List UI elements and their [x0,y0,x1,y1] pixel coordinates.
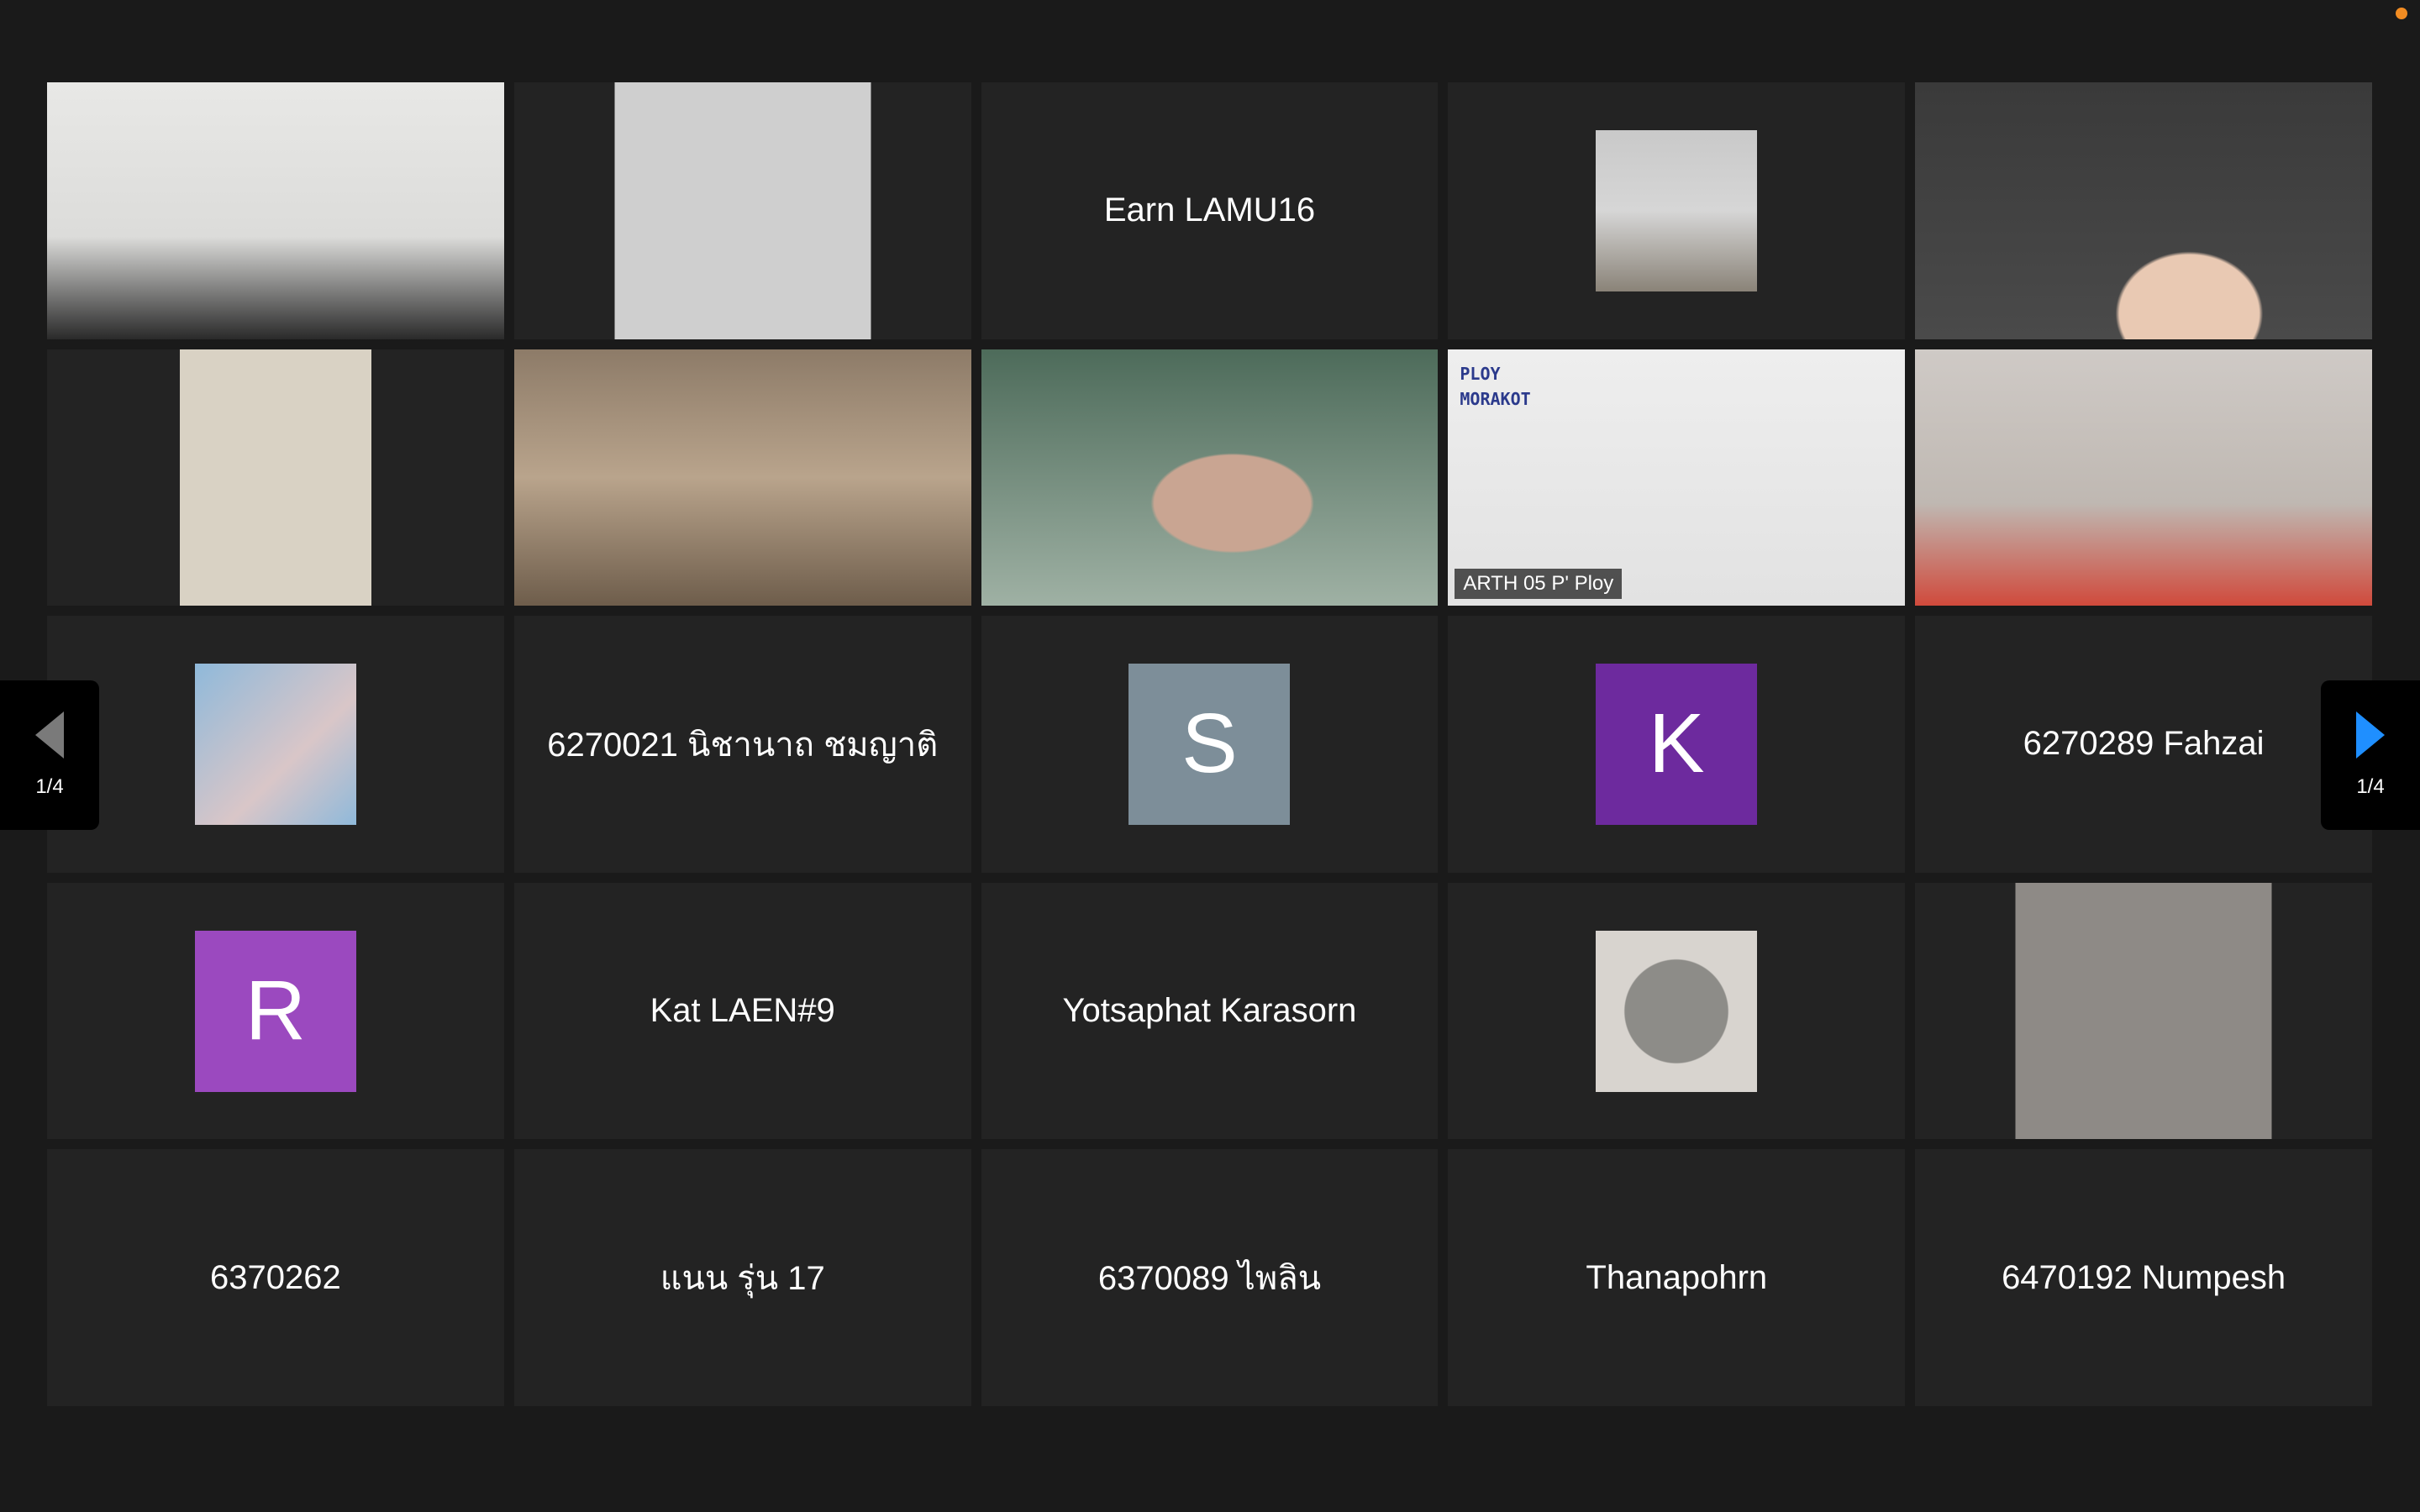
participant-name: 6270289 Fahzai [2023,725,2265,763]
avatar: S [1128,663,1291,825]
participant-video [1915,349,2372,606]
participant-name-tile[interactable]: Yotsaphat Karasorn [981,882,1439,1140]
participant-name-tile[interactable]: Kat LAEN#9 [513,882,971,1140]
participant-video-tile[interactable] [47,82,504,339]
participant-name: 6470192 Numpesh [2002,1258,2286,1296]
participant-name: Thanapohrn [1586,1258,1768,1296]
participant-video-tile[interactable] [1915,882,2372,1140]
participant-photo-tile[interactable] [1448,82,1906,339]
participant-video [981,349,1439,606]
participant-name: Kat LAEN#9 [650,992,835,1030]
participant-video [1915,82,2372,339]
participant-name: Yotsaphat Karasorn [1062,992,1357,1030]
participant-name: แนน รุ่น 17 [660,1260,825,1298]
page-indicator: 1/4 [2356,775,2385,798]
participant-video-tile[interactable] [47,349,504,606]
participant-name-tile[interactable]: 6270289 Fahzai [1915,616,2372,873]
participant-name: Earn LAMU16 [1103,192,1316,229]
participant-name: 6370089 ไพลิน [1097,1260,1322,1298]
profile-photo [194,663,356,825]
participant-name-tile[interactable]: แนน รุ่น 17 [513,1149,971,1406]
participant-video [513,349,971,606]
participant-video-tile[interactable] [1915,349,2372,606]
participant-name-tile[interactable]: 6370089 ไพลิน [981,1149,1439,1406]
profile-photo [1596,129,1758,291]
participant-name-tile[interactable]: Thanapohrn [1448,1149,1906,1406]
participant-video [47,82,504,339]
participant-name-tile[interactable]: 6370262 [47,1149,504,1406]
participant-name-tile[interactable]: 6270021 นิชานาถ ชมญาติ [513,616,971,873]
participant-name: 6270021 นิชานาถ ชมญาติ [547,726,939,764]
arrow-right-icon [2356,711,2385,759]
caption-line-1: PLOY [1460,363,1501,384]
next-page-button[interactable]: 1/4 [2321,680,2420,830]
participant-video-tile[interactable] [513,82,971,339]
avatar: K [1596,663,1758,825]
participant-video [513,82,971,339]
participant-name: 6370262 [210,1258,341,1296]
recording-indicator [2396,8,2407,19]
participant-photo-tile[interactable] [1448,882,1906,1140]
participant-photo-tile[interactable] [47,616,504,873]
participant-nametag: ARTH 05 P' Ploy [1455,569,1623,600]
page-indicator: 1/4 [35,775,64,798]
participant-video [47,349,504,606]
participant-avatar-tile[interactable]: R [47,882,504,1140]
participant-name-tile[interactable]: Earn LAMU16 [981,82,1439,339]
caption-line-2: MORAKOT [1460,388,1531,409]
gallery-grid: Earn LAMU16 PLOY MORAKOT ARTH 05 P' Ploy… [47,82,2372,1406]
active-speaker-tile[interactable]: PLOY MORAKOT ARTH 05 P' Ploy [1448,349,1906,606]
participant-name-tile[interactable]: 6470192 Numpesh [1915,1149,2372,1406]
participant-video-tile[interactable] [513,349,971,606]
participant-avatar-tile[interactable]: K [1448,616,1906,873]
avatar: R [194,930,356,1092]
participant-video [1915,882,2372,1140]
participant-video-tile[interactable] [981,349,1439,606]
virtual-background-caption: PLOY MORAKOT [1460,361,1530,412]
participant-avatar-tile[interactable]: S [981,616,1439,873]
profile-photo [1596,930,1758,1092]
arrow-left-icon [35,711,64,759]
participant-video-tile[interactable] [1915,82,2372,339]
previous-page-button[interactable]: 1/4 [0,680,99,830]
